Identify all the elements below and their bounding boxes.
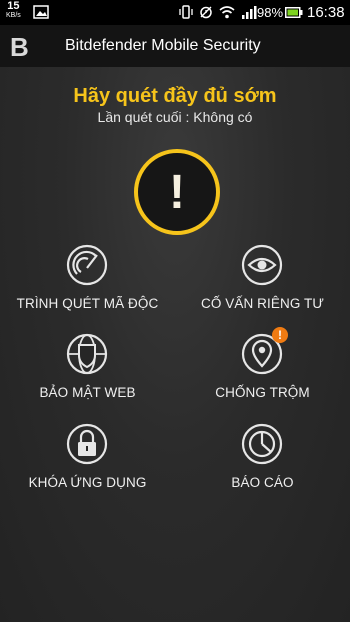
scan-headline: Hãy quét đầy đủ sớm [73, 85, 277, 107]
bitdefender-logo[interactable]: B [10, 32, 29, 63]
reports-label: BÁO CÁO [231, 475, 294, 490]
malware-scanner-tile[interactable]: TRÌNH QUÉT MÃ ĐỘC [0, 244, 175, 329]
app-lock-label: KHÓA ỨNG DỤNG [28, 475, 147, 490]
padlock-icon [66, 423, 108, 465]
gallery-icon [33, 5, 49, 19]
wifi-icon [219, 6, 235, 19]
malware-scanner-label: TRÌNH QUÉT MÃ ĐỘC [16, 296, 159, 311]
web-shield-icon [66, 333, 108, 375]
app-bar: B Bitdefender Mobile Security [0, 25, 350, 67]
battery-icon [285, 7, 303, 18]
dashboard: Hãy quét đầy đủ sớm Lần quét cuối : Khôn… [0, 67, 350, 622]
reports-tile[interactable]: BÁO CÁO [175, 423, 350, 508]
alert-exclamation: ! [169, 166, 185, 219]
anti-theft-alert-badge: ! [272, 327, 288, 343]
battery-percent: 98% [257, 5, 284, 20]
last-scan-status: Lần quét cuối : Không có [97, 109, 253, 125]
malware-scanner-icon [66, 244, 108, 286]
pie-chart-icon [241, 423, 283, 465]
alarm-icon [200, 6, 212, 19]
eye-icon [241, 244, 283, 286]
scan-now-button[interactable]: ! [132, 147, 222, 237]
clock: 16:38 [307, 4, 345, 21]
vibrate-icon [179, 5, 193, 19]
network-speed: 15 KB/s [6, 1, 21, 21]
app-lock-tile[interactable]: KHÓA ỨNG DỤNG [0, 423, 175, 508]
privacy-advisor-tile[interactable]: CỐ VẤN RIÊNG TƯ [175, 244, 350, 329]
anti-theft-tile[interactable]: ! CHỐNG TRỘM [175, 327, 350, 418]
anti-theft-label: CHỐNG TRỘM [215, 385, 310, 400]
privacy-advisor-label: CỐ VẤN RIÊNG TƯ [200, 296, 325, 311]
web-security-label: BẢO MẬT WEB [39, 385, 136, 400]
web-security-tile[interactable]: BẢO MẬT WEB [0, 333, 175, 418]
signal-icon [242, 6, 257, 19]
status-bar: 15 KB/s 98% 16:38 [0, 0, 350, 25]
network-speed-unit: KB/s [6, 12, 21, 19]
app-title: Bitdefender Mobile Security [65, 37, 261, 54]
